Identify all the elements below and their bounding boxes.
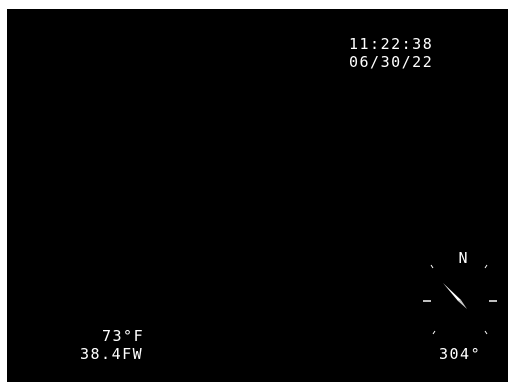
temperature-readout: 73°F bbox=[102, 327, 145, 345]
compass-tick-ne bbox=[484, 264, 488, 269]
date-readout: 06/30/22 bbox=[349, 53, 434, 71]
heading-readout: 304° bbox=[439, 345, 482, 363]
depth-readout: 38.4FW bbox=[80, 345, 144, 363]
camera-view: 11:22:38 06/30/22 73°F 38.4FW N 304° bbox=[7, 9, 508, 382]
compass-tick-nw bbox=[430, 264, 434, 269]
compass-north-label: N bbox=[458, 249, 467, 267]
compass-tick-sw bbox=[432, 330, 436, 335]
compass-icon: N bbox=[423, 249, 497, 335]
compass-tick-se bbox=[484, 330, 488, 335]
time-readout: 11:22:38 bbox=[349, 35, 434, 53]
compass-needle-icon bbox=[443, 283, 467, 309]
